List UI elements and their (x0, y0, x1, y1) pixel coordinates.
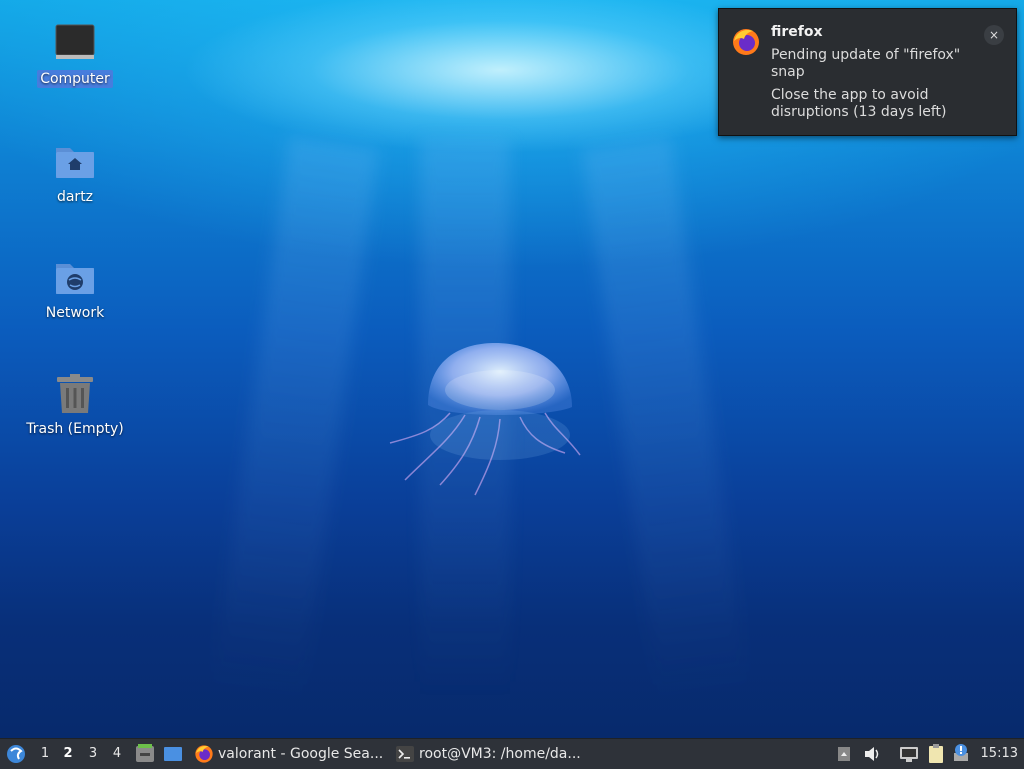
desktop-icon-network[interactable]: Network (20, 256, 130, 322)
workspace-3[interactable]: 3 (82, 739, 104, 769)
network-folder-icon (53, 256, 97, 300)
notification-message: Close the app to avoid disruptions (13 d… (771, 87, 947, 120)
clock[interactable]: 15:13 (981, 739, 1018, 769)
firefox-icon (195, 745, 213, 763)
tray-arrow-icon (838, 747, 850, 761)
lubuntu-logo-icon (7, 745, 25, 763)
workspace-2[interactable]: 2 (57, 739, 79, 769)
terminal-icon (396, 746, 414, 762)
light-ray (581, 136, 749, 704)
file-manager-launcher[interactable] (134, 739, 156, 769)
desktop-icon-label: dartz (56, 189, 94, 205)
light-ray (211, 136, 379, 704)
desktop-icon-home-folder[interactable]: dartz (20, 140, 130, 206)
desktop-icon-label: Trash (Empty) (26, 421, 124, 437)
file-manager-icon (136, 744, 154, 762)
volume-button[interactable] (861, 739, 883, 769)
notification-title: firefox (771, 24, 823, 40)
show-desktop-button[interactable] (162, 739, 184, 769)
taskbar-item-terminal[interactable]: root@VM3: /home/da... (395, 739, 581, 769)
network-button[interactable] (898, 739, 920, 769)
clipboard-icon (929, 744, 943, 763)
tray-expand-button[interactable] (833, 739, 855, 769)
taskbar-item-label: valorant - Google Sea... (218, 746, 384, 762)
notification-body: Pending update of "firefox" snap Close t… (771, 47, 991, 127)
workspace-1[interactable]: 1 (34, 739, 56, 769)
update-alert-icon (954, 744, 968, 761)
taskbar: 1 2 3 4 valorant - Google Sea... root@VM… (0, 738, 1024, 769)
jellyfish-image (389, 343, 581, 496)
taskbar-item-firefox[interactable]: valorant - Google Sea... (194, 739, 383, 769)
network-icon (900, 747, 918, 762)
computer-icon (53, 22, 97, 66)
notification-popup[interactable]: firefox Pending update of "firefox" snap… (718, 8, 1017, 136)
volume-icon (865, 747, 879, 761)
firefox-icon (731, 27, 761, 57)
taskbar-item-label: root@VM3: /home/da... (419, 746, 581, 762)
desktop-icon-label: Computer (37, 70, 113, 88)
home-folder-icon (53, 140, 97, 184)
start-menu-button[interactable] (4, 739, 28, 769)
trash-icon (53, 372, 97, 416)
desktop-icon-trash[interactable]: Trash (Empty) (20, 372, 130, 438)
desktop-icon (164, 747, 182, 761)
desktop-icon-label: Network (45, 305, 105, 321)
close-icon[interactable]: × (984, 25, 1004, 45)
desktop-icon-computer[interactable]: Computer (20, 22, 130, 88)
update-notifier-button[interactable] (950, 739, 972, 769)
notification-message: Pending update of "firefox" snap (771, 47, 961, 80)
workspace-4[interactable]: 4 (106, 739, 128, 769)
clipboard-button[interactable] (925, 739, 947, 769)
